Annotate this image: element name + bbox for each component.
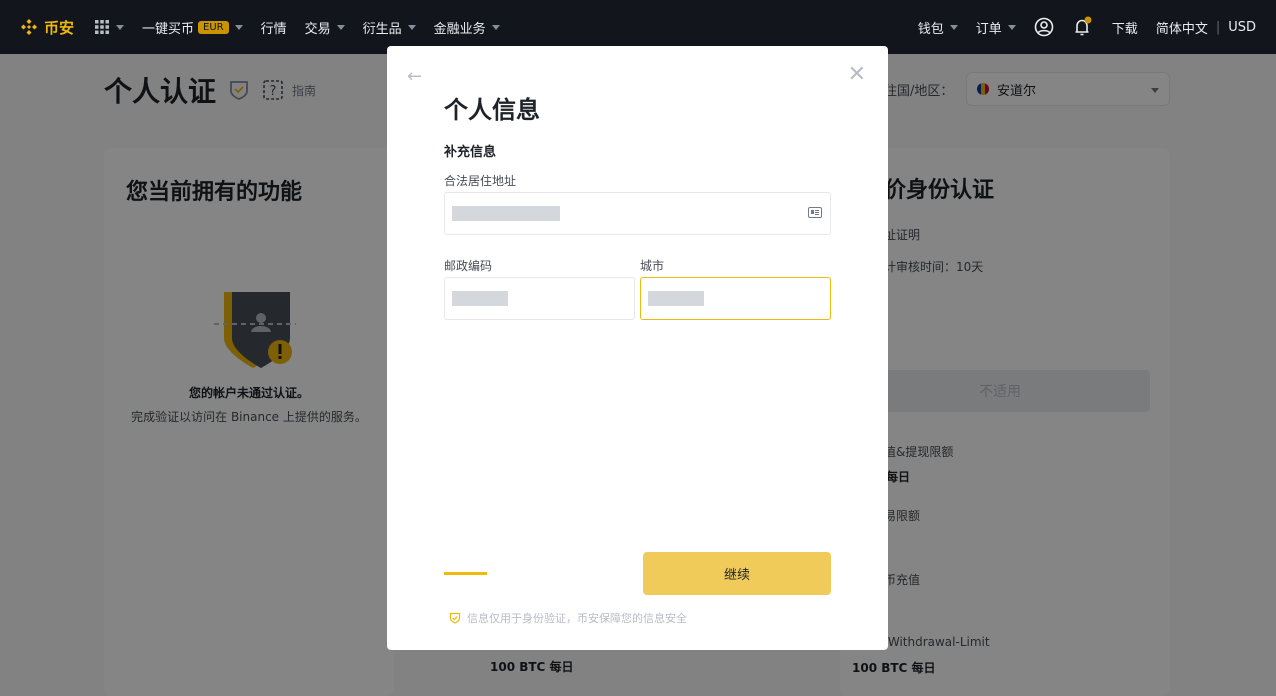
postal-code-input[interactable] <box>444 277 635 320</box>
personal-info-modal: ← ✕ 个人信息 补充信息 合法居住地址 邮政编码 城市 继续 信息仅用于身份验… <box>387 46 888 650</box>
nav-right: 钱包 订单 下载 简体中文 | USD <box>918 0 1276 54</box>
chevron-down-icon <box>407 24 416 30</box>
grid-icon <box>95 20 110 34</box>
progress-indicator <box>444 572 487 575</box>
logo-text: 币安 <box>44 18 75 37</box>
chevron-down-icon <box>336 24 345 30</box>
postal-code-label: 邮政编码 <box>444 259 493 273</box>
continue-button[interactable]: 继续 <box>643 552 831 595</box>
bell-icon <box>1075 16 1092 36</box>
shield-check-icon <box>449 612 461 624</box>
chevron-down-icon <box>491 24 500 30</box>
nav-orders-label: 订单 <box>975 21 1002 37</box>
nav-trade[interactable]: 交易 <box>305 18 345 37</box>
divider: | <box>1215 19 1221 35</box>
nav-derivatives[interactable]: 衍生品 <box>363 18 416 37</box>
user-icon <box>1034 17 1054 37</box>
city-input[interactable] <box>640 277 831 320</box>
notifications-button[interactable] <box>1072 16 1094 38</box>
privacy-text: 信息仅用于身份验证，币安保障您的信息安全 <box>467 612 687 625</box>
redacted-value <box>452 206 560 221</box>
redacted-value <box>452 291 508 306</box>
nav-finance[interactable]: 金融业务 <box>434 18 500 37</box>
city-label: 城市 <box>640 259 665 273</box>
address-input[interactable] <box>444 192 831 235</box>
nav-trade-label: 交易 <box>304 21 331 37</box>
nav-buy-crypto[interactable]: 一键买币 EUR <box>142 18 243 37</box>
nav-download[interactable]: 下载 <box>1112 18 1138 37</box>
chevron-down-icon <box>949 24 958 30</box>
apps-menu-button[interactable] <box>94 19 125 35</box>
chevron-down-icon <box>234 24 243 30</box>
nav-buy-crypto-label: 一键买币 <box>142 21 195 37</box>
address-label: 合法居住地址 <box>444 174 517 188</box>
chevron-down-icon <box>116 24 125 30</box>
nav-markets[interactable]: 行情 <box>261 18 287 37</box>
profile-button[interactable] <box>1034 17 1054 37</box>
logo[interactable]: 币安 <box>20 17 74 38</box>
privacy-note: 信息仅用于身份验证，币安保障您的信息安全 <box>449 610 687 626</box>
language-label: 简体中文 <box>1155 21 1208 37</box>
modal-title: 个人信息 <box>444 96 540 124</box>
nav-wallet[interactable]: 钱包 <box>918 18 958 37</box>
chevron-down-icon <box>1007 24 1016 30</box>
nav-markets-label: 行情 <box>260 21 287 37</box>
nav-wallet-label: 钱包 <box>917 21 944 37</box>
nav-download-label: 下载 <box>1111 21 1138 37</box>
id-card-icon <box>808 207 822 218</box>
close-icon[interactable]: ✕ <box>848 62 866 87</box>
binance-logo-icon <box>21 19 37 35</box>
back-arrow-icon[interactable]: ← <box>407 66 422 87</box>
currency-label: USD <box>1228 19 1256 35</box>
redacted-value <box>648 291 704 306</box>
language-currency[interactable]: 简体中文 | USD <box>1156 18 1256 37</box>
nav-derivatives-label: 衍生品 <box>362 21 402 37</box>
nav-finance-label: 金融业务 <box>433 21 486 37</box>
nav-orders[interactable]: 订单 <box>976 18 1016 37</box>
section-title: 补充信息 <box>444 145 497 160</box>
currency-badge: EUR <box>198 20 229 34</box>
